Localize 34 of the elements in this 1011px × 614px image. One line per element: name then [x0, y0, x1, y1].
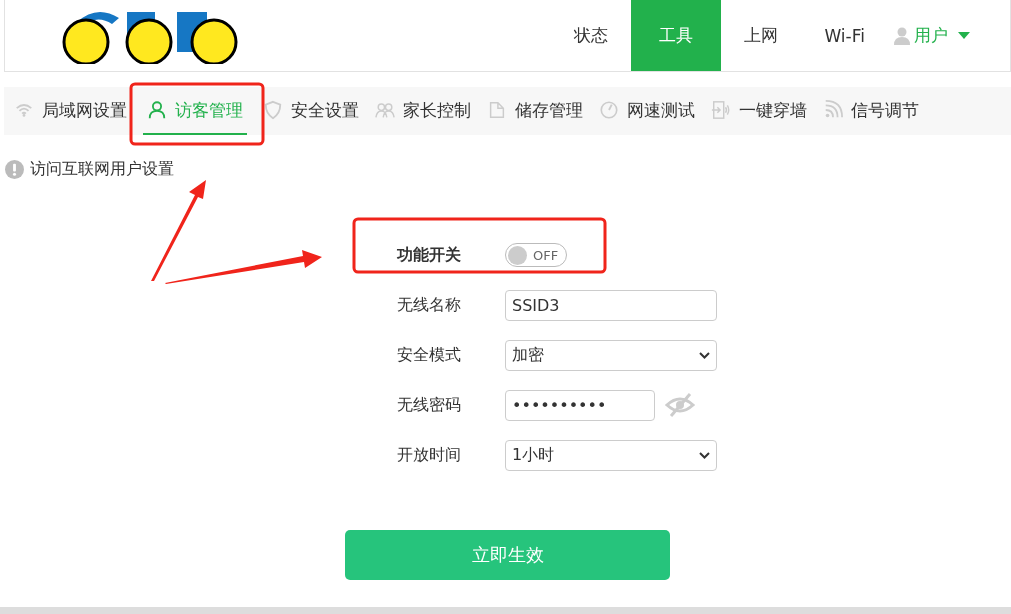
chevron-icon	[699, 451, 710, 459]
subnav-tab[interactable]: 储存管理	[479, 87, 591, 135]
subnav-tab[interactable]: 网速测试	[591, 87, 703, 135]
signal-icon	[823, 100, 843, 120]
door-icon	[711, 100, 731, 120]
nav-tab[interactable]: 上网	[721, 0, 802, 71]
subnav-tab[interactable]: 局域网设置	[6, 87, 135, 135]
select-field[interactable]: 1小时	[505, 439, 717, 471]
subnav-tab[interactable]: 安全设置	[255, 87, 367, 135]
chevron-icon	[699, 351, 710, 359]
field-label: 无线密码	[397, 394, 462, 416]
nav-tab[interactable]: 状态	[551, 0, 632, 71]
field-label: 开放时间	[397, 444, 462, 466]
nav-tab[interactable]: Wi-Fi	[801, 0, 888, 71]
password-field[interactable]: ••••••••••	[505, 389, 655, 421]
select-field[interactable]: 加密	[505, 339, 717, 371]
subnav-tab[interactable]: 信号调节	[815, 87, 927, 135]
toggle-switch[interactable]: OFF	[505, 243, 567, 267]
field-label: 无线名称	[397, 294, 462, 316]
info-icon	[5, 160, 24, 179]
gauge-icon	[599, 100, 619, 120]
input-field[interactable]: SSID3	[505, 289, 717, 321]
field-label: 功能开关	[397, 244, 462, 266]
eye-hidden-icon[interactable]	[665, 392, 695, 418]
notice-text: 访问互联网用户设置	[30, 159, 174, 180]
user-icon	[894, 26, 910, 45]
field-label: 安全模式	[397, 344, 462, 366]
caret-icon	[958, 32, 970, 39]
shield-icon	[263, 100, 283, 120]
people-icon	[375, 100, 395, 120]
subnav-tab[interactable]: 一键穿墙	[703, 87, 815, 135]
user-icon	[147, 100, 167, 120]
subnav-tab[interactable]: 家长控制	[367, 87, 479, 135]
folder-icon	[487, 100, 507, 120]
